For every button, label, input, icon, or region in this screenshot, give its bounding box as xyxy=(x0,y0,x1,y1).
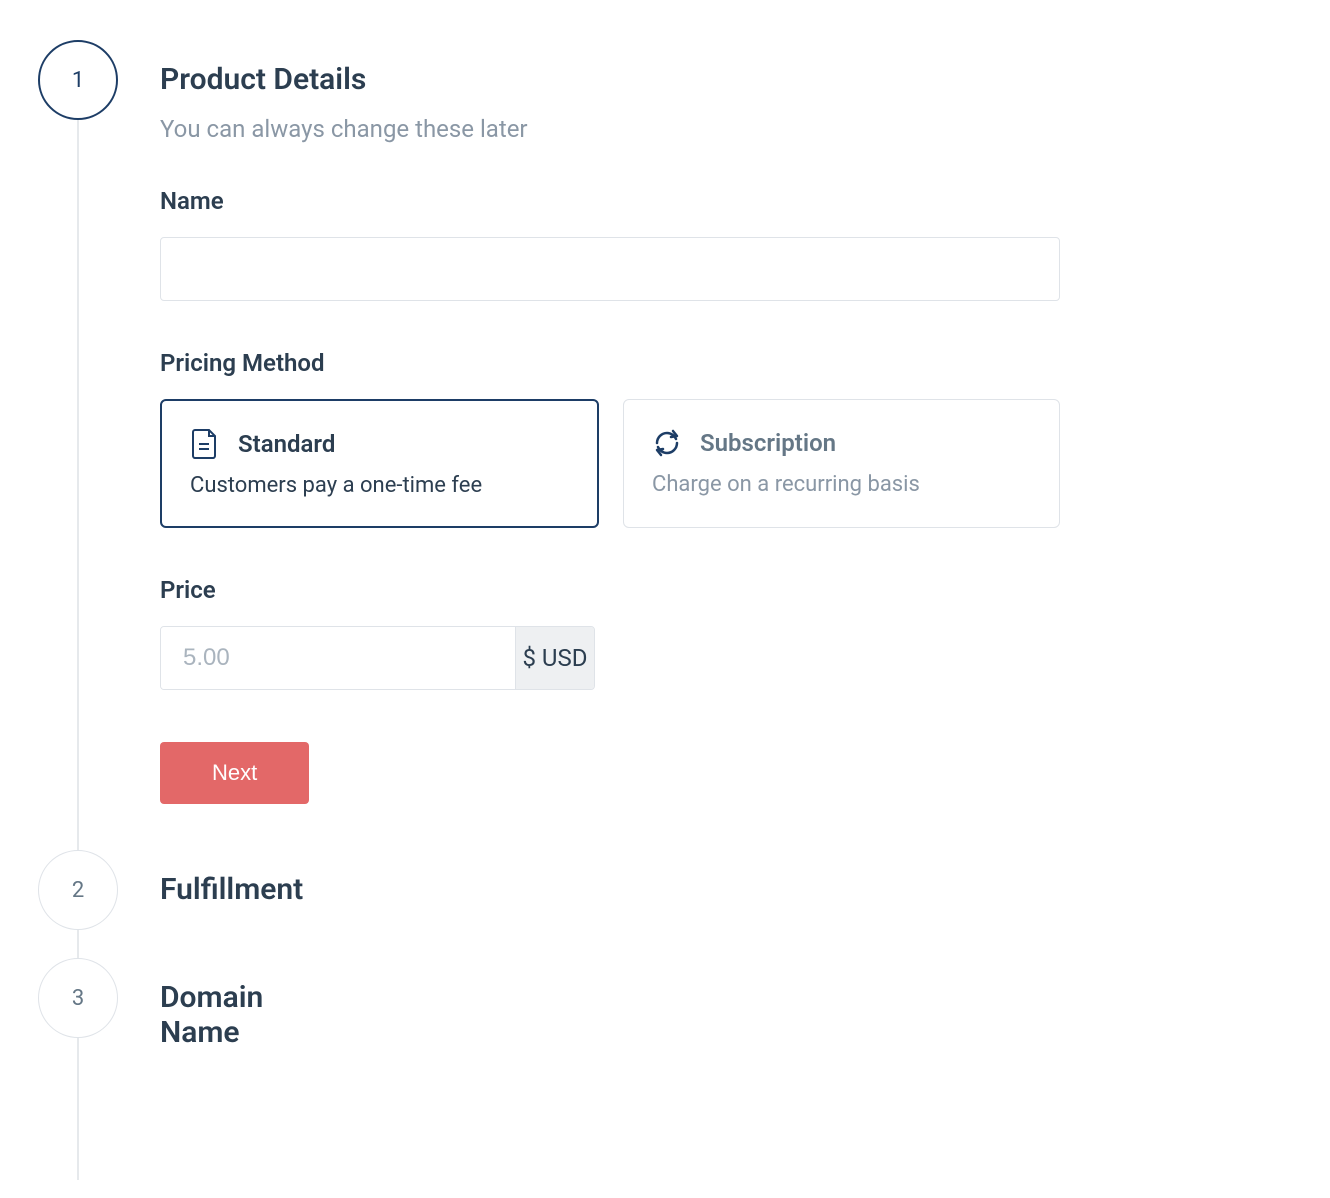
pricing-subscription-description: Charge on a recurring basis xyxy=(652,472,1031,497)
price-input[interactable] xyxy=(161,627,515,689)
name-label: Name xyxy=(160,187,1060,215)
pricing-option-subscription[interactable]: Subscription Charge on a recurring basis xyxy=(623,399,1060,528)
step-1-indicator: 1 xyxy=(38,40,118,120)
price-currency-suffix: $ USD xyxy=(515,627,594,689)
step-1-title: Product Details xyxy=(160,62,1060,97)
pricing-standard-title: Standard xyxy=(238,430,335,458)
step-3-number: 3 xyxy=(72,986,84,1011)
step-3-indicator[interactable]: 3 xyxy=(38,958,118,1038)
pricing-option-standard[interactable]: Standard Customers pay a one-time fee xyxy=(160,399,599,528)
name-input[interactable] xyxy=(160,237,1060,301)
step-3-title: Domain Name xyxy=(160,980,263,1050)
document-icon xyxy=(190,429,220,459)
step-1-number: 1 xyxy=(72,68,84,93)
step-2-title: Fulfillment xyxy=(160,872,303,907)
next-button[interactable]: Next xyxy=(160,742,309,804)
pricing-subscription-title: Subscription xyxy=(700,429,836,457)
step-2-indicator[interactable]: 2 xyxy=(38,850,118,930)
pricing-method-label: Pricing Method xyxy=(160,349,1060,377)
refresh-icon xyxy=(652,428,682,458)
step-1-subtitle: You can always change these later xyxy=(160,115,1060,143)
pricing-standard-description: Customers pay a one-time fee xyxy=(190,473,569,498)
step-2-number: 2 xyxy=(72,878,84,903)
price-label: Price xyxy=(160,576,1060,604)
